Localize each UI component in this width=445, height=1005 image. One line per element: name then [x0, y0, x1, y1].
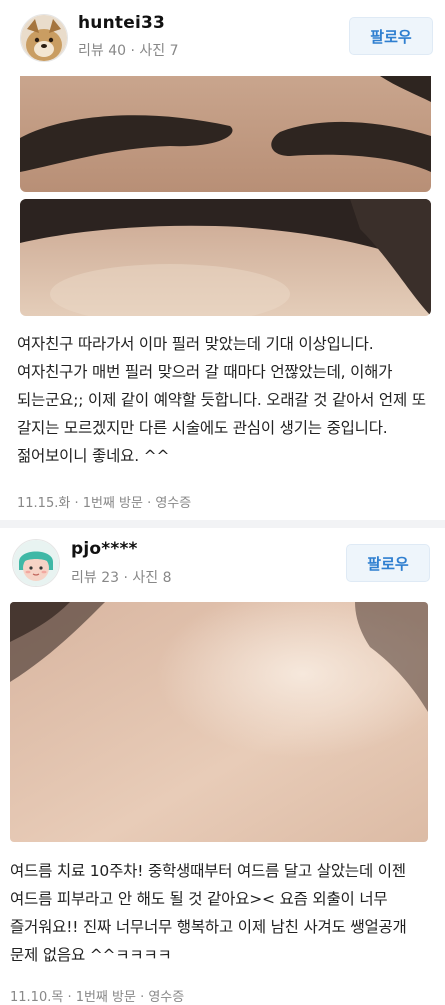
- review-photo[interactable]: [10, 602, 428, 842]
- review-photo[interactable]: [20, 199, 431, 316]
- review-text: 여드름 치료 10주차! 중학생때부터 여드름 달고 살았는데 이젠 여드름 피…: [10, 862, 407, 964]
- review-footer: 11.15.화 · 1번째 방문 · 영수증: [17, 496, 192, 511]
- user-stats: 리뷰 23 · 사진 8: [71, 570, 172, 586]
- follow-button[interactable]: 팔로우: [349, 17, 433, 55]
- user-stats: 리뷰 40 · 사진 7: [78, 43, 179, 59]
- review-header: huntei33 리뷰 40 · 사진 7 팔로우: [0, 0, 445, 76]
- avatar[interactable]: [20, 14, 68, 62]
- follow-button[interactable]: 팔로우: [346, 544, 430, 582]
- username[interactable]: huntei33: [78, 13, 165, 33]
- review-text: 여자친구 따라가서 이마 필러 맞았는데 기대 이상입니다. 여자친구가 매번 …: [17, 335, 426, 465]
- review-photo[interactable]: [20, 76, 431, 192]
- avatar[interactable]: [12, 539, 60, 587]
- username[interactable]: pjo****: [71, 539, 138, 559]
- review-header: pjo**** 리뷰 23 · 사진 8 팔로우: [0, 527, 445, 603]
- review-footer: 11.10.목 · 1번째 방문 · 영수증: [10, 990, 185, 1005]
